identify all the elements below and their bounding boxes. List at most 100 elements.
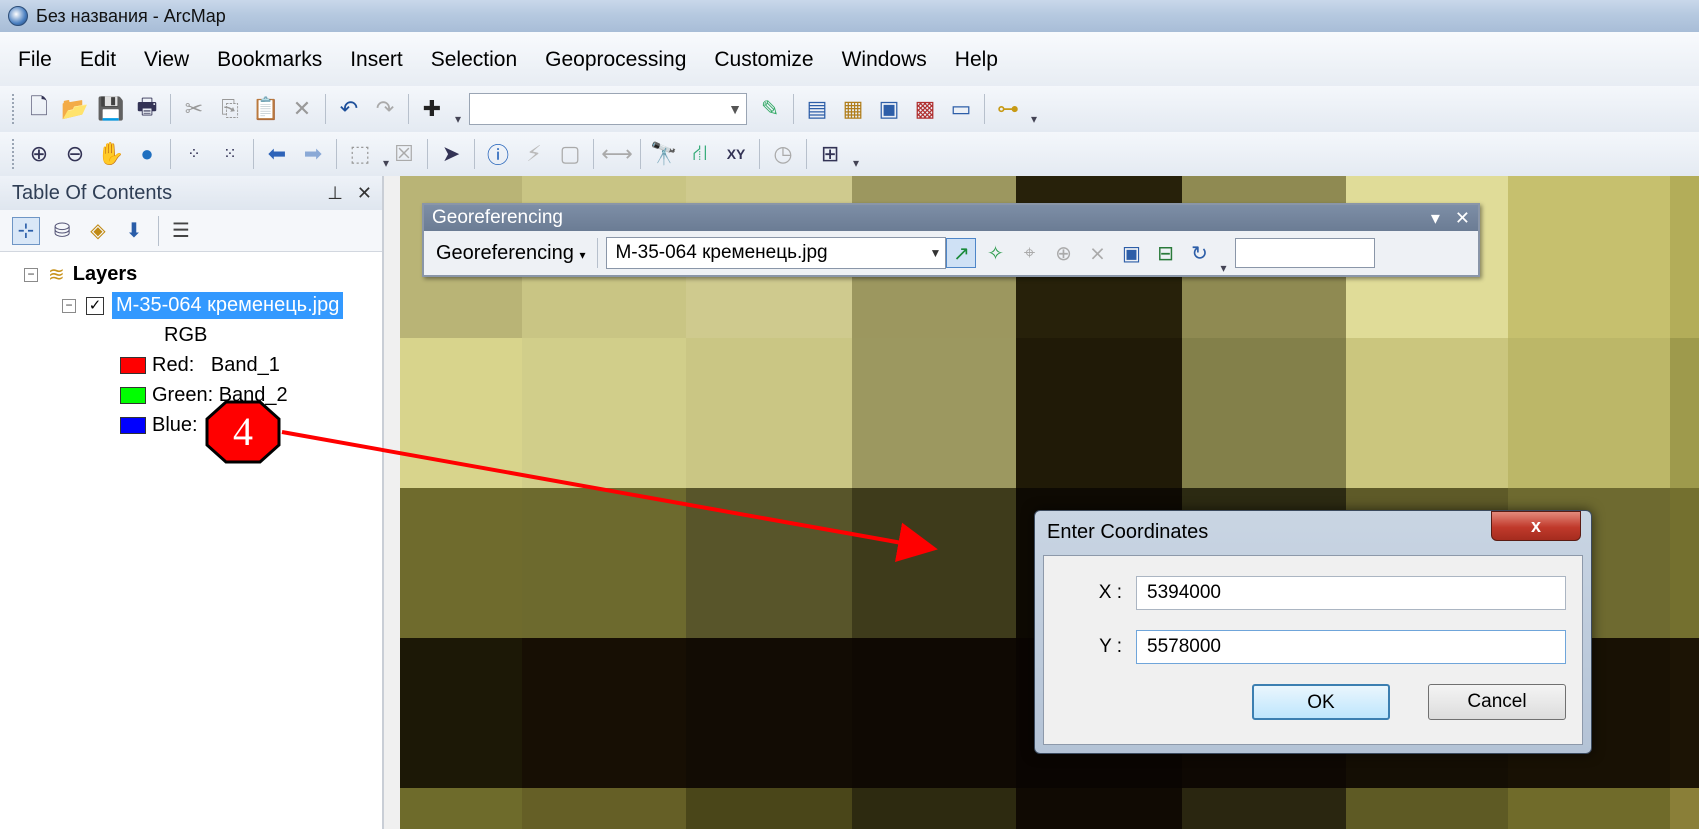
list-by-visibility-icon[interactable]: ◈: [84, 217, 112, 245]
layer-visibility-checkbox[interactable]: ✓: [86, 296, 104, 315]
delete-icon[interactable]: ✕: [287, 94, 317, 124]
raster-cell: [1670, 638, 1699, 788]
copy-icon[interactable]: ⎘: [215, 94, 245, 124]
cut-icon[interactable]: ✂: [179, 94, 209, 124]
georef-rotation-input[interactable]: [1234, 238, 1375, 268]
toolbar-separator: [793, 94, 795, 124]
pan-hand-icon[interactable]: ✋: [96, 139, 126, 169]
catalog-window-icon[interactable]: ▦: [838, 94, 868, 124]
menu-geoprocessing[interactable]: Geoprocessing: [545, 48, 686, 72]
editor-toolbar-icon[interactable]: ✎: [755, 94, 785, 124]
rotate-icon[interactable]: ↻: [1184, 238, 1214, 268]
georeferencing-caption[interactable]: Georeferencing ▾ ✕: [424, 205, 1478, 231]
rotate-dropdown-icon[interactable]: ▾: [1220, 261, 1226, 275]
x-coordinate-input[interactable]: 5394000: [1136, 576, 1566, 610]
menu-file[interactable]: File: [18, 48, 52, 72]
map-scale-combo[interactable]: ▼: [469, 93, 748, 125]
add-control-points-icon[interactable]: ↗: [946, 238, 977, 268]
measure-icon[interactable]: ⟷: [601, 139, 633, 169]
menu-customize[interactable]: Customize: [714, 48, 813, 72]
search-window-icon[interactable]: ▣: [874, 94, 904, 124]
list-by-selection-icon[interactable]: ⬇: [120, 217, 148, 245]
go-to-xy-icon[interactable]: XY: [721, 139, 751, 169]
magnifier-window-icon[interactable]: ⊞: [815, 139, 845, 169]
table-of-contents-pane: Table Of Contents ⊥ ✕ ⊹ ⛁ ◈ ⬇ ☰ − ≋ Laye…: [0, 176, 384, 829]
zoom-out-icon[interactable]: ⊖: [60, 139, 90, 169]
toolbar-menu-chevron-icon[interactable]: ▾: [1431, 208, 1440, 228]
print-icon[interactable]: 🖶: [132, 94, 162, 124]
paste-icon[interactable]: 📋: [251, 94, 281, 124]
toc-title: Table Of Contents: [12, 181, 173, 204]
python-window-icon[interactable]: ▭: [946, 94, 976, 124]
open-folder-icon[interactable]: 📂: [60, 94, 90, 124]
add-data-dropdown-icon[interactable]: ▾: [455, 112, 461, 126]
menu-selection[interactable]: Selection: [431, 48, 517, 72]
zoom-in-icon[interactable]: ⊕: [24, 139, 54, 169]
hyperlink-icon[interactable]: ⚡: [519, 139, 549, 169]
time-slider-icon[interactable]: ◷: [768, 139, 798, 169]
find-binoculars-icon[interactable]: 🔭: [649, 139, 679, 169]
toolbar-grip[interactable]: [12, 139, 16, 169]
ok-button[interactable]: OK: [1252, 684, 1390, 720]
toolbar-separator: [593, 139, 595, 169]
collapse-icon[interactable]: −: [62, 298, 76, 313]
y-coordinate-input[interactable]: 5578000: [1136, 630, 1566, 664]
undo-icon[interactable]: ↶: [334, 94, 364, 124]
toolbar-grip[interactable]: [12, 94, 16, 124]
fixed-zoom-out-icon[interactable]: ⁙: [215, 139, 245, 169]
arcmap-window: Без названия - ArcMap File Edit View Boo…: [0, 0, 1699, 829]
menu-windows[interactable]: Windows: [842, 48, 927, 72]
toolbar-options-icon[interactable]: ▾: [853, 156, 859, 170]
menu-bookmarks[interactable]: Bookmarks: [217, 48, 322, 72]
chevron-down-icon[interactable]: ▼: [724, 101, 746, 117]
menu-help[interactable]: Help: [955, 48, 998, 72]
menu-insert[interactable]: Insert: [350, 48, 403, 72]
save-icon[interactable]: 💾: [96, 94, 126, 124]
menu-view[interactable]: View: [144, 48, 189, 72]
dialog-body: X : 5394000 Y : 5578000 OK Cancel: [1043, 555, 1583, 745]
raster-cell: [1670, 488, 1699, 638]
auto-registration-icon[interactable]: ✧: [980, 238, 1010, 268]
find-route-icon[interactable]: ⛙: [685, 139, 715, 169]
toc-options-icon[interactable]: ☰: [167, 217, 195, 245]
select-elements-arrow-icon[interactable]: ➤: [436, 139, 466, 169]
cancel-button[interactable]: Cancel: [1428, 684, 1566, 720]
delete-link-icon[interactable]: ⨯: [1082, 238, 1112, 268]
zoom-to-link-icon[interactable]: ⊕: [1048, 238, 1078, 268]
identify-icon[interactable]: ⓘ: [483, 139, 513, 169]
layer-name[interactable]: M-35-064 кременець.jpg: [112, 292, 344, 319]
close-icon[interactable]: ✕: [357, 183, 372, 204]
georef-layer-combo[interactable]: M-35-064 кременець.jpg ▼: [606, 237, 947, 269]
clear-selection-icon[interactable]: ☒: [389, 139, 419, 169]
view-link-table-icon[interactable]: ⊟: [1150, 238, 1180, 268]
dialog-close-button[interactable]: x: [1491, 511, 1581, 541]
list-by-drawing-order-icon[interactable]: ⊹: [12, 216, 40, 245]
add-data-icon[interactable]: ✚: [417, 94, 447, 124]
collapse-icon[interactable]: −: [24, 267, 38, 282]
toolbar-options-icon[interactable]: ▾: [1031, 112, 1037, 126]
pin-icon[interactable]: ⊥: [327, 183, 343, 204]
arctoolbox-icon[interactable]: ▩: [910, 94, 940, 124]
enter-coordinates-dialog: Enter Coordinates x X : 5394000 Y : 5578…: [1034, 510, 1592, 754]
back-arrow-icon[interactable]: ⬅: [262, 139, 292, 169]
chevron-down-icon[interactable]: ▼: [925, 246, 945, 260]
redo-icon[interactable]: ↷: [370, 94, 400, 124]
modelbuilder-icon[interactable]: ⊶: [993, 94, 1023, 124]
select-link-icon[interactable]: ⌖: [1014, 238, 1044, 268]
tree-row-layer[interactable]: − ✓ M-35-064 кременець.jpg: [62, 292, 344, 319]
full-extent-globe-icon[interactable]: ●: [132, 139, 162, 169]
chevron-down-icon: ▾: [579, 247, 586, 262]
close-icon[interactable]: ✕: [1455, 208, 1470, 228]
forward-arrow-icon[interactable]: ➡: [298, 139, 328, 169]
menu-edit[interactable]: Edit: [80, 48, 116, 72]
viewer-icon[interactable]: ▣: [1116, 238, 1146, 268]
georeferencing-menu-button[interactable]: Georeferencing ▾: [436, 242, 585, 265]
fixed-zoom-in-icon[interactable]: ⁘: [179, 139, 209, 169]
tree-row-layers[interactable]: − ≋ Layers: [24, 262, 137, 287]
new-document-icon[interactable]: 🗋: [24, 94, 54, 124]
table-of-contents-icon[interactable]: ▤: [802, 94, 832, 124]
raster-cell: [1670, 788, 1699, 829]
list-by-source-icon[interactable]: ⛁: [48, 217, 76, 245]
select-features-icon[interactable]: ⬚: [345, 139, 375, 169]
html-popup-icon[interactable]: ▢: [555, 139, 585, 169]
